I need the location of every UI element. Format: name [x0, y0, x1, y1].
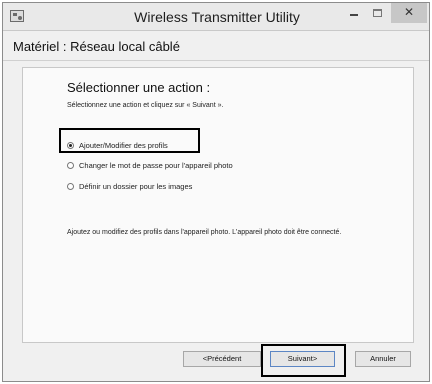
close-icon: ✕	[403, 5, 415, 19]
instruction-text: Sélectionnez une action et cliquez sur «…	[67, 102, 224, 109]
radio-label: Changer le mot de passe pour l'appareil …	[79, 161, 233, 170]
close-button[interactable]: ✕	[391, 3, 427, 23]
maximize-button[interactable]	[366, 3, 390, 23]
radio-label: Ajouter/Modifier des profils	[79, 141, 168, 150]
window-title: Wireless Transmitter Utility	[134, 9, 300, 25]
radio-label: Définir un dossier pour les images	[79, 182, 193, 191]
app-icon	[10, 10, 24, 22]
page-header: Matériel : Réseau local câblé	[3, 31, 429, 61]
page-title: Matériel : Réseau local câblé	[13, 39, 180, 54]
action-panel: Sélectionner une action : Sélectionnez u…	[22, 67, 414, 343]
radio-unselected-icon[interactable]	[67, 183, 74, 190]
title-bar[interactable]: Wireless Transmitter Utility ✕	[3, 3, 429, 31]
minimize-button[interactable]	[342, 3, 366, 23]
app-window: Wireless Transmitter Utility ✕ Matériel …	[2, 2, 430, 382]
option-description: Ajoutez ou modifiez des profils dans l'a…	[67, 229, 342, 236]
next-button[interactable]: Suivant>	[270, 351, 335, 367]
action-heading: Sélectionner une action :	[67, 80, 211, 95]
cancel-button[interactable]: Annuler	[355, 351, 411, 367]
minimize-icon	[350, 14, 358, 16]
previous-button[interactable]: <Précédent	[183, 351, 261, 367]
maximize-icon	[373, 9, 382, 17]
radio-selected-icon[interactable]	[67, 142, 74, 149]
radio-unselected-icon[interactable]	[67, 162, 74, 169]
